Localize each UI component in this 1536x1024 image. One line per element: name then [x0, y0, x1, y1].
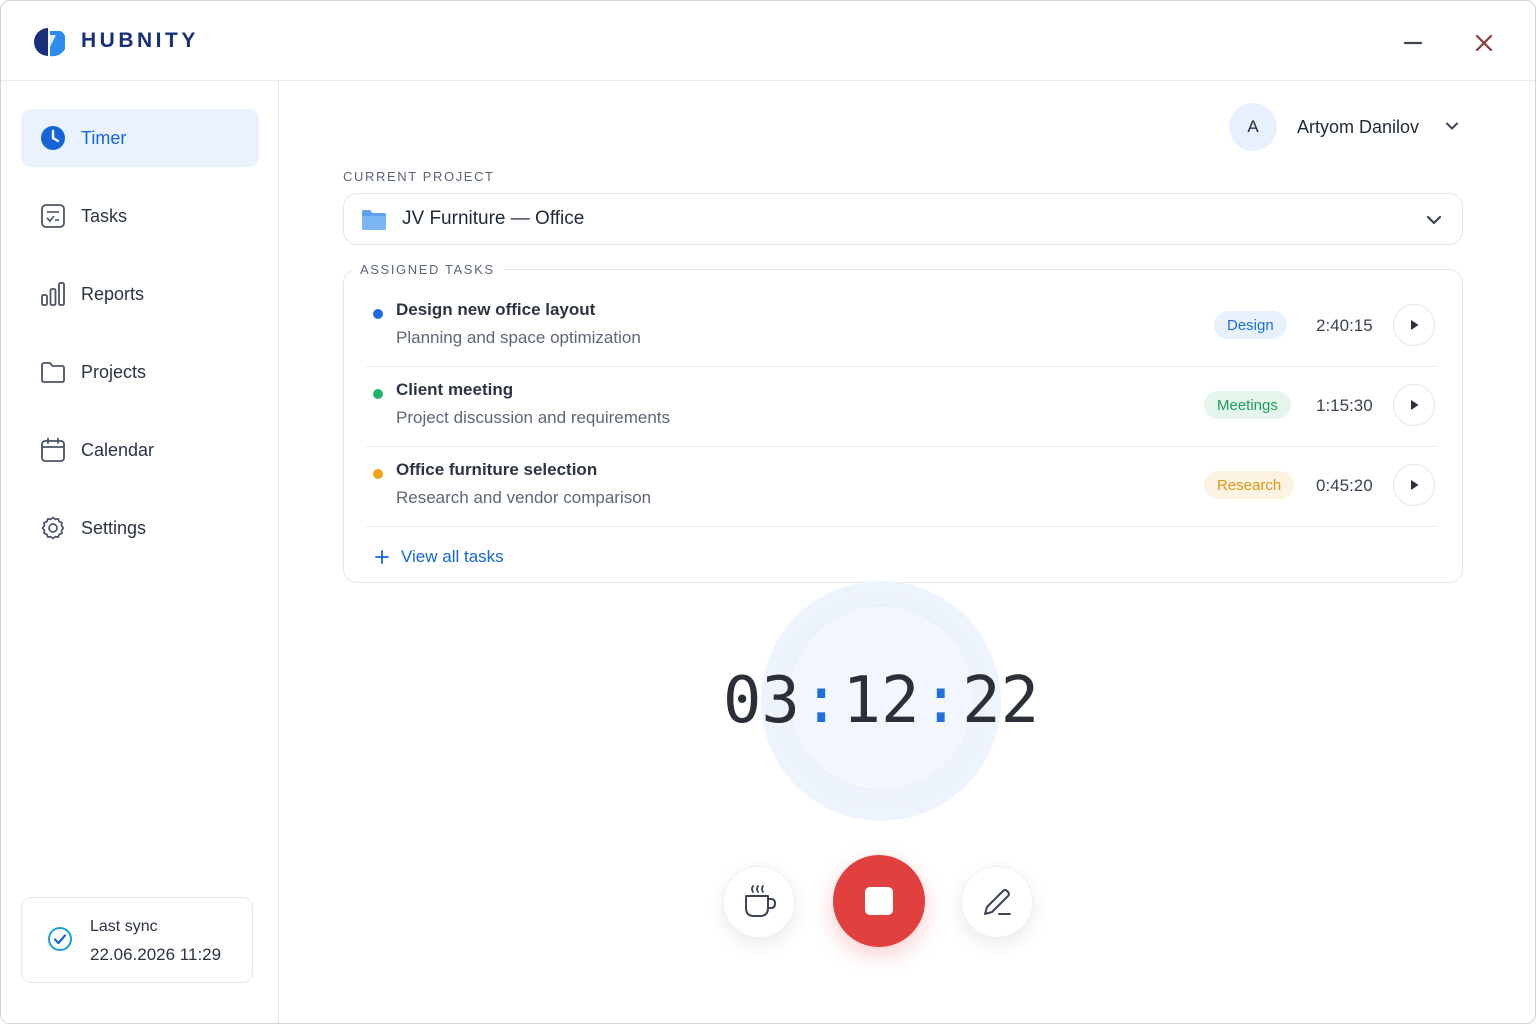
avatar: A: [1229, 103, 1277, 151]
project-name: JV Furniture — Office: [402, 208, 585, 229]
task-row[interactable]: Design new office layout Planning and sp…: [366, 287, 1438, 367]
task-subtitle: Research and vendor comparison: [396, 488, 652, 507]
task-title: Client meeting: [396, 380, 514, 399]
close-button[interactable]: [1464, 23, 1504, 63]
task-title: Office furniture selection: [396, 460, 598, 479]
assigned-tasks-label: ASSIGNED TASKS: [360, 262, 495, 277]
task-time: 2:40:15: [1316, 316, 1373, 335]
timer-seconds: 22: [962, 664, 1040, 738]
folder-icon: [41, 362, 65, 383]
sidebar-item-timer[interactable]: Timer: [21, 109, 259, 167]
close-icon: [1475, 34, 1493, 52]
minimize-button[interactable]: [1393, 23, 1433, 63]
current-project-label: CURRENT PROJECT: [343, 169, 495, 184]
sidebar-item-calendar[interactable]: Calendar: [21, 421, 259, 479]
sidebar-item-projects[interactable]: Projects: [21, 343, 259, 401]
timer-display: 03 : 12 : 22: [721, 663, 1041, 739]
minimize-icon: [1403, 41, 1423, 45]
app-window: HUBNITY Timer Tasks Reports Projects Cal…: [0, 0, 1536, 1024]
sidebar-item-reports[interactable]: Reports: [21, 265, 259, 323]
task-subtitle: Planning and space optimization: [396, 328, 641, 347]
timer-separator: :: [801, 664, 841, 738]
user-name: Artyom Danilov: [1297, 117, 1420, 137]
stop-icon: [865, 887, 893, 915]
play-icon: [1411, 320, 1419, 330]
sync-time: 22.06.2026 11:29: [90, 945, 222, 964]
timer-hours: 03: [722, 664, 800, 738]
sync-status: Last sync 22.06.2026 11:29: [21, 897, 253, 983]
task-status-dot: [373, 309, 383, 319]
play-icon: [1411, 480, 1419, 490]
assigned-tasks-header: ASSIGNED TASKS: [352, 262, 503, 277]
gear-icon: [41, 516, 65, 540]
view-all-tasks-label: View all tasks: [401, 547, 504, 566]
view-all-tasks-link[interactable]: View all tasks: [374, 546, 504, 568]
stop-button[interactable]: [833, 855, 925, 947]
title-bar: HUBNITY: [1, 1, 1535, 81]
sidebar: Timer Tasks Reports Projects Calendar Se…: [1, 81, 279, 1023]
app-brand: HUBNITY: [81, 29, 199, 52]
task-tag: Research: [1204, 471, 1295, 499]
play-button[interactable]: [1393, 464, 1435, 506]
task-tag: Meetings: [1204, 391, 1291, 419]
timer-minutes: 12: [842, 664, 920, 738]
tasks-icon: [41, 204, 65, 228]
clock-icon: [41, 126, 65, 150]
sidebar-item-label: Settings: [81, 517, 147, 538]
calendar-icon: [41, 437, 65, 462]
task-row[interactable]: Client meeting Project discussion and re…: [366, 367, 1438, 447]
play-icon: [1411, 400, 1419, 410]
task-row[interactable]: Office furniture selection Research and …: [366, 447, 1438, 527]
task-time: 1:15:30: [1316, 396, 1373, 415]
assigned-tasks-card: ASSIGNED TASKS Design new office layout …: [343, 262, 1463, 583]
sidebar-item-label: Tasks: [81, 205, 128, 226]
bar-chart-icon: [41, 282, 65, 306]
coffee-cup-icon: [745, 885, 777, 917]
folder-icon: [362, 210, 386, 230]
plus-icon: [375, 550, 389, 564]
sidebar-item-label: Timer: [81, 127, 127, 148]
sidebar-item-label: Calendar: [81, 439, 155, 460]
timer-separator: :: [921, 664, 961, 738]
edit-button[interactable]: [961, 866, 1033, 938]
task-time: 0:45:20: [1316, 476, 1373, 495]
chevron-down-icon: [1426, 215, 1442, 225]
sidebar-item-label: Reports: [81, 283, 145, 304]
task-title: Design new office layout: [396, 300, 596, 319]
play-button[interactable]: [1393, 304, 1435, 346]
pencil-icon: [984, 889, 1011, 915]
sidebar-item-settings[interactable]: Settings: [21, 499, 259, 557]
sidebar-item-tasks[interactable]: Tasks: [21, 187, 259, 245]
hubnity-logo-icon: [34, 28, 65, 57]
project-select[interactable]: JV Furniture — Office: [343, 193, 1463, 245]
chevron-down-icon: [1446, 122, 1458, 130]
play-button[interactable]: [1393, 384, 1435, 426]
user-menu[interactable]: A Artyom Danilov: [1229, 103, 1469, 151]
check-circle-icon: [48, 927, 72, 951]
task-subtitle: Project discussion and requirements: [396, 408, 671, 427]
break-button[interactable]: [723, 866, 795, 938]
task-status-dot: [373, 389, 383, 399]
sync-title: Last sync: [90, 918, 158, 935]
task-status-dot: [373, 469, 383, 479]
task-tag: Design: [1214, 311, 1287, 339]
sidebar-item-label: Projects: [81, 361, 147, 382]
